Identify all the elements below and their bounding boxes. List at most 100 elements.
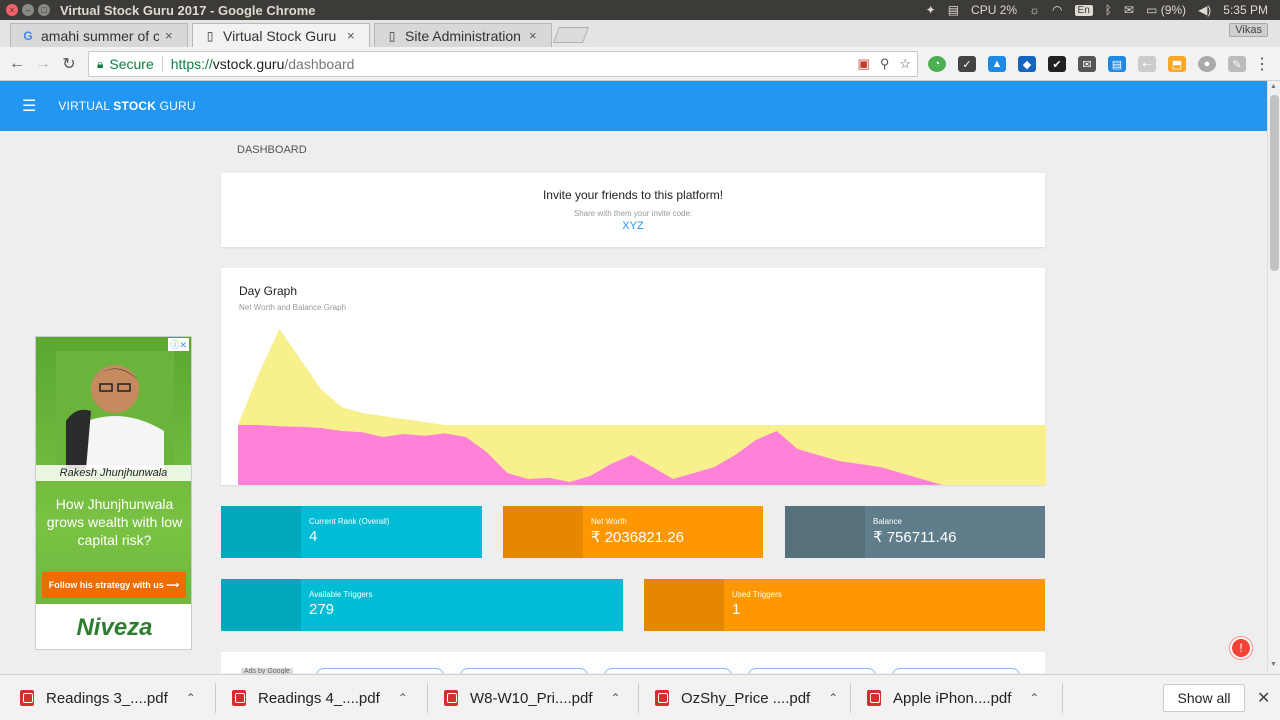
close-icon[interactable]: ×: [165, 28, 173, 43]
notes-icon[interactable]: ▤: [948, 3, 959, 17]
brand-suffix: GURU: [156, 99, 196, 113]
forward-icon[interactable]: →: [30, 55, 56, 73]
close-icon[interactable]: ×: [529, 28, 537, 43]
dropbox-icon[interactable]: ✦: [926, 3, 936, 17]
niveza-logo: Niveza: [36, 604, 191, 649]
os-title-bar: × – □ Virtual Stock Guru 2017 - Google C…: [0, 0, 1280, 20]
page-scrollbar[interactable]: ▲ ▼: [1267, 81, 1280, 673]
ad-headline: How Jhunjhunwala grows wealth with low c…: [46, 496, 183, 548]
used-triggers-card: Used Triggers 1: [644, 579, 1045, 631]
downloads-bar: Readings 3_....pdf ⌃ Readings 4_....pdf …: [0, 674, 1280, 720]
ad-logo-text: Niveza: [76, 613, 153, 641]
invite-code[interactable]: XYZ: [221, 220, 1045, 232]
brand-logo[interactable]: VIRTUAL STOCK GURU: [58, 99, 195, 113]
chevron-up-icon[interactable]: ⌃: [186, 691, 196, 705]
scroll-down-icon[interactable]: ▼: [1270, 661, 1277, 668]
battery-indicator[interactable]: ▭ (9%): [1146, 3, 1186, 17]
card-icon-area: [644, 579, 724, 631]
chevron-up-icon[interactable]: ⌃: [1029, 691, 1039, 705]
graph-subtitle: Net Worth and Balance Graph: [239, 303, 347, 312]
profile-button[interactable]: Vikas: [1229, 23, 1268, 37]
brightness-icon[interactable]: ☼: [1029, 3, 1040, 17]
ad-close-icon[interactable]: ⓘ✕: [168, 338, 189, 351]
chrome-menu-icon[interactable]: ⋮: [1254, 54, 1270, 74]
address-bar[interactable]: 🔒︎ Secure https:// vstock.guru /dashboar…: [88, 51, 918, 77]
hamburger-menu-icon[interactable]: ☰: [22, 96, 36, 116]
rank-card: Current Rank (Overall) 4: [221, 506, 482, 558]
card-icon-area: [221, 579, 301, 631]
keyboard-lang-indicator[interactable]: En: [1074, 4, 1093, 16]
lock-icon[interactable]: 🔒︎: [97, 57, 103, 72]
card-icon-area: [503, 506, 583, 558]
bluetooth-icon[interactable]: ᛒ: [1105, 3, 1112, 17]
extension-doc-icon[interactable]: ▤: [1108, 56, 1126, 72]
volume-icon[interactable]: ◀): [1198, 3, 1211, 17]
show-all-downloads-button[interactable]: Show all: [1163, 684, 1245, 712]
pencil-extension-icon[interactable]: ✎: [1228, 56, 1246, 72]
extension-circle-icon[interactable]: ●: [1198, 56, 1216, 72]
tab-strip: G amahi summer of c × ▯ Virtual Stock Gu…: [0, 20, 1280, 47]
back-icon[interactable]: ←: [4, 55, 30, 73]
day-graph-card: Day Graph Net Worth and Balance Graph: [221, 268, 1046, 485]
extension-green-icon[interactable]: ◔: [928, 56, 946, 72]
window-close-button[interactable]: ×: [6, 4, 18, 16]
download-item[interactable]: Readings 3_....pdf ⌃: [20, 675, 196, 720]
stat-label: Used Triggers: [732, 590, 782, 599]
ad-cta-button[interactable]: Follow his strategy with us ⟶: [42, 572, 186, 598]
cpu-monitor[interactable]: CPU 2%: [971, 3, 1017, 17]
tab-virtual-stock-guru[interactable]: ▯ Virtual Stock Guru 2 ×: [192, 23, 370, 47]
extension-cube-icon[interactable]: ◆: [1018, 56, 1036, 72]
download-filename: OzShy_Price ....pdf: [681, 689, 811, 707]
card-icon-area: [785, 506, 865, 558]
sidebar-ad[interactable]: ⓘ✕ Rakesh Jhunjhunwala How Jhunjhunwala …: [35, 336, 192, 650]
scroll-thumb[interactable]: [1270, 95, 1279, 271]
bookmark-star-icon[interactable]: ☆: [899, 56, 911, 72]
download-filename: Apple iPhon....pdf: [893, 689, 1012, 707]
tab-amahi[interactable]: G amahi summer of c ×: [10, 23, 188, 47]
window-controls: × – □: [6, 4, 50, 16]
divider: [161, 56, 163, 72]
download-item[interactable]: Apple iPhon....pdf ⌃: [867, 675, 1039, 720]
new-tab-button[interactable]: [553, 27, 589, 43]
url-scheme: https://: [170, 56, 213, 72]
blocked-popup-icon[interactable]: ▣: [858, 56, 870, 72]
chevron-up-icon[interactable]: ⌃: [611, 691, 621, 705]
divider: [1062, 683, 1063, 713]
close-icon[interactable]: ×: [347, 28, 355, 43]
mail-icon[interactable]: ✉: [1124, 3, 1134, 17]
close-downloads-icon[interactable]: ✕: [1257, 688, 1270, 708]
window-minimize-button[interactable]: –: [22, 4, 34, 16]
google-icon: G: [23, 28, 33, 43]
window-title: Virtual Stock Guru 2017 - Google Chrome: [60, 2, 316, 18]
extension-blue-icon[interactable]: ▲: [988, 56, 1006, 72]
tab-site-administration[interactable]: ▯ Site Administration ×: [374, 23, 552, 47]
extension-gray-icon[interactable]: ⇠: [1138, 56, 1156, 72]
page-icon: ▯: [388, 28, 396, 43]
chevron-up-icon[interactable]: ⌃: [828, 691, 838, 705]
stat-value: 279: [309, 601, 335, 618]
pdf-icon: [444, 690, 458, 706]
url-host: vstock.guru: [212, 56, 285, 72]
zoom-icon[interactable]: ⚲: [880, 56, 890, 72]
download-filename: Readings 4_....pdf: [258, 689, 380, 707]
clock[interactable]: 5:35 PM: [1223, 3, 1268, 17]
window-maximize-button[interactable]: □: [38, 4, 50, 16]
url-path: /dashboard: [284, 56, 355, 72]
brand-prefix: VIRTUAL: [58, 99, 114, 113]
checkmark-extension-icon[interactable]: ✔: [1048, 56, 1066, 72]
scroll-up-icon[interactable]: ▲: [1270, 83, 1277, 90]
pocket-icon[interactable]: ✓: [958, 56, 976, 72]
lock-extension-icon[interactable]: ⬒: [1168, 56, 1186, 72]
wifi-icon[interactable]: ◠: [1052, 3, 1062, 17]
alert-bell-icon[interactable]: !: [1230, 637, 1252, 659]
reload-icon[interactable]: ↻: [56, 54, 82, 74]
secure-label[interactable]: Secure: [109, 56, 153, 72]
download-item[interactable]: W8-W10_Pri....pdf ⌃: [444, 675, 621, 720]
stat-label: Available Triggers: [309, 590, 373, 599]
download-item[interactable]: Readings 4_....pdf ⌃: [232, 675, 408, 720]
divider: [850, 683, 851, 713]
download-item[interactable]: OzShy_Price ....pdf ⌃: [655, 675, 838, 720]
envelope-extension-icon[interactable]: ✉: [1078, 56, 1096, 72]
chevron-up-icon[interactable]: ⌃: [398, 691, 408, 705]
download-filename: W8-W10_Pri....pdf: [470, 689, 593, 707]
